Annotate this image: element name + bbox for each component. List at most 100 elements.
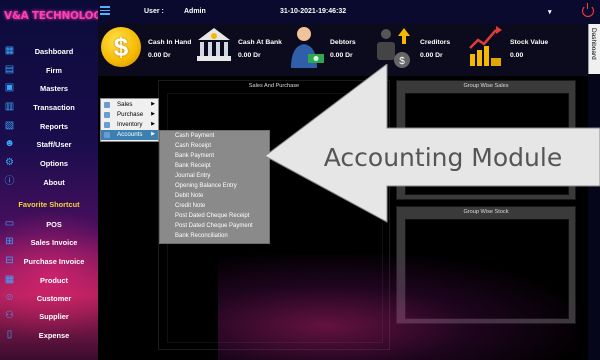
customer-icon: ☺ xyxy=(4,292,15,303)
sidebar-item-masters[interactable]: ▣ Masters xyxy=(0,80,98,96)
product-icon: ▦ xyxy=(4,274,15,285)
menu-item-opening-balance-entry[interactable]: Opening Balance Entry xyxy=(175,183,237,189)
card-title: Stock Value xyxy=(510,39,549,46)
power-icon[interactable] xyxy=(582,3,594,17)
pos-icon: ▭ xyxy=(4,218,15,229)
sidebar-item-about[interactable]: ⓘ About xyxy=(0,174,98,190)
supplier-icon: ⚇ xyxy=(5,310,14,321)
accounts-icon xyxy=(104,132,110,138)
menu-item-bank-reconciliation[interactable]: Bank Reconciliation xyxy=(175,233,228,239)
shortcut-customer[interactable]: ☺ Customer xyxy=(0,290,98,306)
menu-item-pdc-receipt[interactable]: Post Dated Cheque Receipt xyxy=(175,213,249,219)
card-title: Cash In Hand xyxy=(148,39,192,46)
menu-item-accounts[interactable]: Accounts ▶ xyxy=(101,130,158,140)
card-title: Debtors xyxy=(330,39,356,46)
submenu-arrow-icon: ▶ xyxy=(151,101,155,107)
transaction-menu: Sales ▶ Purchase ▶ Inventory ▶ Accounts … xyxy=(100,98,159,142)
menu-item-credit-note[interactable]: Credit Note xyxy=(175,203,205,209)
card-value: 0.00 Dr xyxy=(238,52,261,59)
about-icon: ⓘ xyxy=(4,176,15,187)
sidebar-item-label: Dashboard xyxy=(34,46,74,56)
sidebar-item-label: Masters xyxy=(40,83,68,93)
user-name: Admin xyxy=(184,8,206,15)
top-bar: User : Admin 31-10-2021-19:46:32 ▾ xyxy=(98,0,600,24)
options-icon: ⚙ xyxy=(5,157,14,168)
menu-item-inventory[interactable]: Inventory ▶ xyxy=(101,120,158,130)
sidebar-item-options[interactable]: ⚙ Options xyxy=(0,155,98,171)
shortcut-sales-invoice[interactable]: ⊞ Sales Invoice xyxy=(0,234,98,250)
reports-icon: ▧ xyxy=(4,120,15,131)
sidebar-item-label: Reports xyxy=(40,121,68,131)
sidebar: V&A TECHNOLOGIES ▦ Dashboard ▤ Firm ▣ Ma… xyxy=(0,0,98,360)
submenu-arrow-icon: ▶ xyxy=(151,111,155,117)
submenu-arrow-icon: ▶ xyxy=(151,131,155,137)
dropdown-arrow-icon[interactable]: ▾ xyxy=(548,8,552,16)
card-value: 0.00 xyxy=(510,52,524,59)
card-value: 0.00 Dr xyxy=(420,52,443,59)
masters-icon: ▣ xyxy=(4,82,15,93)
shortcut-label: Supplier xyxy=(39,311,69,321)
menu-item-label: Sales xyxy=(117,101,133,108)
menu-item-label: Accounts xyxy=(117,131,143,138)
card-cash-in-hand: Cash In Hand 0.00 Dr xyxy=(148,26,198,74)
app-logo: V&A TECHNOLOGIES xyxy=(4,10,98,22)
sidebar-item-reports[interactable]: ▧ Reports xyxy=(0,118,98,134)
shortcut-label: Product xyxy=(40,275,68,285)
card-value: 0.00 Dr xyxy=(330,52,353,59)
datetime-display: 31-10-2021-19:46:32 xyxy=(280,8,347,15)
menu-item-cash-receipt[interactable]: Cash Receipt xyxy=(175,143,211,149)
transaction-icon: ▥ xyxy=(4,101,15,112)
dashboard-side-tab-label: Dashboard xyxy=(590,28,597,60)
shortcut-label: Expense xyxy=(38,330,70,340)
staff-user-icon: ☻ xyxy=(4,138,15,149)
menu-item-pdc-payment[interactable]: Post Dated Cheque Payment xyxy=(175,223,253,229)
shortcut-pos[interactable]: ▭ POS xyxy=(0,216,98,232)
sidebar-item-dashboard[interactable]: ▦ Dashboard xyxy=(0,43,98,59)
callout-label: Accounting Module xyxy=(323,142,563,172)
hamburger-menu-icon[interactable] xyxy=(100,6,110,15)
sidebar-item-label: Transaction xyxy=(33,102,75,112)
sales-icon xyxy=(104,102,110,108)
shortcut-label: Customer xyxy=(36,293,72,303)
accounts-submenu: Cash Payment Cash Receipt Bank Payment B… xyxy=(159,130,270,244)
sidebar-item-label: Firm xyxy=(45,65,62,75)
sidebar-item-label: Options xyxy=(40,158,68,168)
menu-item-purchase[interactable]: Purchase ▶ xyxy=(101,110,158,120)
menu-item-journal-entry[interactable]: Journal Entry xyxy=(175,173,210,179)
sidebar-item-label: Staff/User xyxy=(36,139,72,149)
menu-item-cash-payment[interactable]: Cash Payment xyxy=(175,133,214,139)
favorite-shortcut-heading: Favorite Shortcut xyxy=(18,200,80,209)
shortcut-label: Purchase Invoice xyxy=(23,256,85,266)
shortcut-supplier[interactable]: ⚇ Supplier xyxy=(0,308,98,324)
user-label: User : xyxy=(144,8,164,15)
coin-icon: $ xyxy=(100,24,141,70)
menu-item-debit-note[interactable]: Debit Note xyxy=(175,193,203,199)
sidebar-item-firm[interactable]: ▤ Firm xyxy=(0,62,98,78)
menu-item-label: Purchase xyxy=(117,111,144,118)
shortcut-product[interactable]: ▦ Product xyxy=(0,272,98,288)
shortcut-label: POS xyxy=(46,219,62,229)
submenu-arrow-icon: ▶ xyxy=(151,121,155,127)
sidebar-item-staff-user[interactable]: ☻ Staff/User xyxy=(0,136,98,152)
menu-item-bank-receipt[interactable]: Bank Receipt xyxy=(175,163,211,169)
shortcut-purchase-invoice[interactable]: ⊟ Purchase Invoice xyxy=(0,253,98,269)
menu-item-sales[interactable]: Sales ▶ xyxy=(101,100,158,110)
card-value: 0.00 Dr xyxy=(148,52,171,59)
menu-item-bank-payment[interactable]: Bank Payment xyxy=(175,153,214,159)
sidebar-item-transaction[interactable]: ▥ Transaction xyxy=(0,99,98,115)
inventory-icon xyxy=(104,122,110,128)
menu-item-label: Inventory xyxy=(117,121,143,128)
purchase-icon xyxy=(104,112,110,118)
card-title: Creditors xyxy=(420,39,451,46)
firm-icon: ▤ xyxy=(4,64,15,75)
bank-icon xyxy=(194,24,234,70)
shortcut-expense[interactable]: ▯ Expense xyxy=(0,327,98,343)
card-title: Cash At Bank xyxy=(238,39,282,46)
cart-icon: ⊞ xyxy=(5,236,14,247)
sidebar-item-label: About xyxy=(43,177,65,187)
shortcut-label: Sales Invoice xyxy=(30,237,78,247)
purchase-icon: ⊟ xyxy=(5,255,14,266)
dashboard-icon: ▦ xyxy=(4,45,15,56)
expense-icon: ▯ xyxy=(6,329,13,340)
group-wise-stock-chart-area xyxy=(405,219,569,319)
